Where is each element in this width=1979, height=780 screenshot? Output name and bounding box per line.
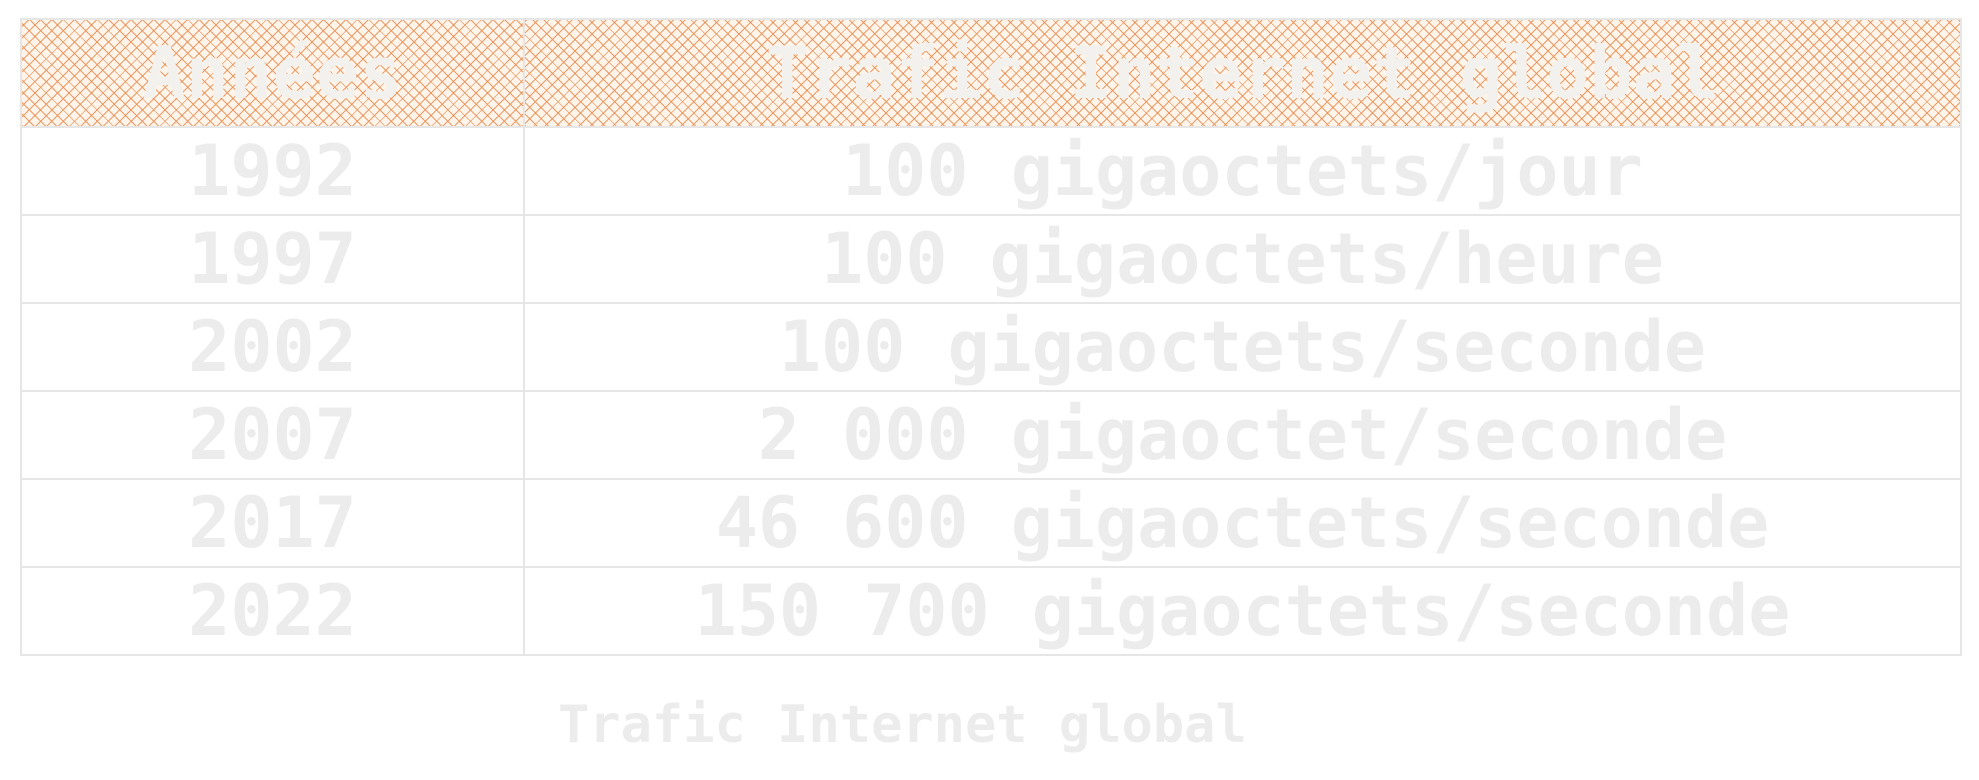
table-row: 2022 150 700 gigaoctets/seconde [20, 566, 1962, 656]
cell-traffic: 2 000 gigaoctet/seconde [523, 390, 1962, 480]
cell-year: 2017 [20, 478, 525, 568]
cell-year: 1992 [20, 126, 525, 216]
cell-traffic: 46 600 gigaoctets/seconde [523, 478, 1962, 568]
table-row: 1997 100 gigaoctets/heure [20, 214, 1962, 304]
table-row: 2017 46 600 gigaoctets/seconde [20, 478, 1962, 568]
cell-year: 2007 [20, 390, 525, 480]
table-header-row: Années Trafic Internet global [20, 18, 1962, 128]
header-years: Années [20, 18, 525, 128]
table-row: 2002 100 gigaoctets/seconde [20, 302, 1962, 392]
cell-year: 2002 [20, 302, 525, 392]
cell-traffic: 100 gigaoctets/heure [523, 214, 1962, 304]
table-row: 1992 100 gigaoctets/jour [20, 126, 1962, 216]
internet-traffic-table: Années Trafic Internet global 1992 100 g… [20, 18, 1962, 656]
cell-traffic: 100 gigaoctets/seconde [523, 302, 1962, 392]
cell-traffic: 150 700 gigaoctets/seconde [523, 566, 1962, 656]
cell-traffic: 100 gigaoctets/jour [523, 126, 1962, 216]
table-row: 2007 2 000 gigaoctet/seconde [20, 390, 1962, 480]
cell-year: 1997 [20, 214, 525, 304]
table-caption: Trafic Internet global [558, 695, 1247, 755]
header-traffic: Trafic Internet global [523, 18, 1962, 128]
cell-year: 2022 [20, 566, 525, 656]
traffic-table-container: Années Trafic Internet global 1992 100 g… [20, 18, 1962, 656]
